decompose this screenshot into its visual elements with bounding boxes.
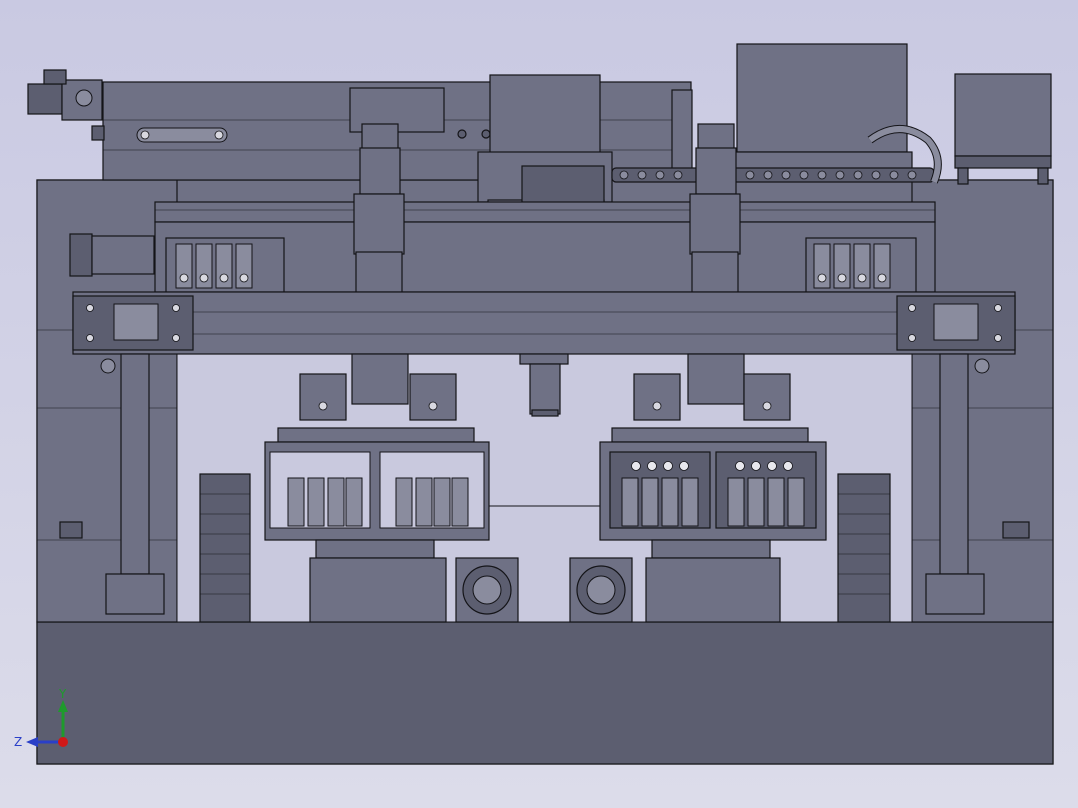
main-crossbeam — [72, 291, 1016, 355]
side-cable-chain-left — [199, 473, 251, 623]
triad-y-label: Y — [58, 687, 67, 701]
triad-z-label: Z — [14, 735, 22, 749]
machine-front-view[interactable]: .b { fill:#6f7185; stroke:#141418; strok… — [0, 0, 1078, 808]
upper-right-boxes — [729, 43, 1052, 185]
cad-viewport[interactable]: .b { fill:#6f7185; stroke:#141418; strok… — [0, 0, 1078, 808]
valve-bank-right — [805, 237, 917, 293]
side-cable-chain-right — [837, 473, 891, 623]
